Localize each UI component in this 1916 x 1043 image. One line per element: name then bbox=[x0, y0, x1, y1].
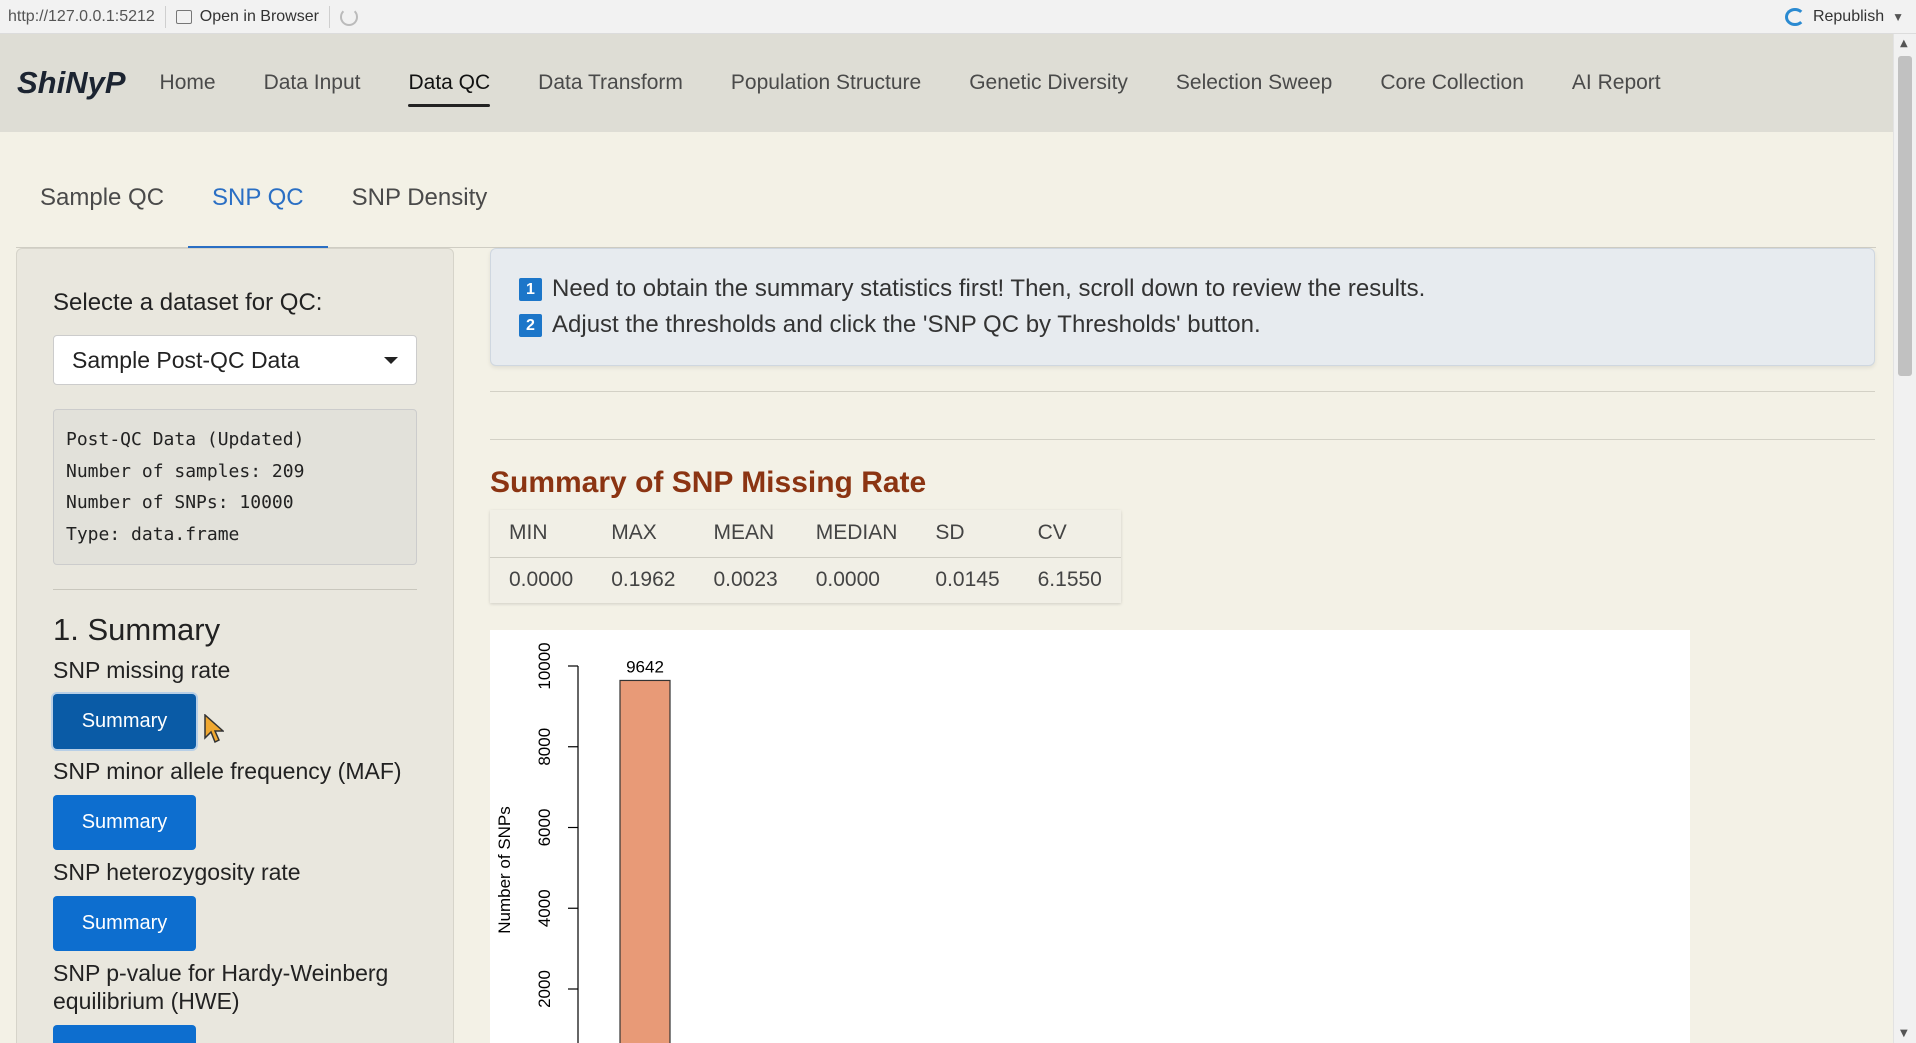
instruction-text-2: Adjust the thresholds and click the 'SNP… bbox=[552, 311, 1261, 338]
dataset-select-value: Sample Post-QC Data bbox=[72, 346, 300, 373]
nav-genetic-diversity[interactable]: Genetic Diversity bbox=[969, 59, 1128, 107]
missing-rate-summary-button[interactable]: Summary bbox=[53, 694, 196, 749]
y-tick-label: 8000 bbox=[535, 728, 554, 766]
nav-population-structure[interactable]: Population Structure bbox=[731, 59, 921, 107]
republish-label: Republish bbox=[1812, 8, 1885, 25]
col-sd-header: SD bbox=[916, 510, 1019, 558]
histogram-bar bbox=[619, 679, 671, 1043]
url-text[interactable]: http://127.0.0.1:5212 bbox=[0, 8, 155, 26]
qc-sidebar: Selecte a dataset for QC: Sample Post-QC… bbox=[16, 248, 454, 1043]
dataset-info-line: Post-QC Data (Updated) bbox=[66, 429, 305, 450]
y-tick-label: 4000 bbox=[535, 889, 554, 927]
tab-sample-qc[interactable]: Sample QC bbox=[16, 172, 188, 248]
content-divider bbox=[490, 391, 1875, 392]
bar-data-label: 9642 bbox=[626, 657, 664, 676]
nav-ai-report[interactable]: AI Report bbox=[1572, 59, 1661, 107]
nav-data-transform[interactable]: Data Transform bbox=[538, 59, 683, 107]
dataset-select[interactable]: Sample Post-QC Data bbox=[53, 335, 417, 385]
open-in-browser-icon bbox=[175, 9, 192, 24]
dataset-info-line: Type: data.frame bbox=[66, 523, 240, 545]
cell-min: 0.0000 bbox=[509, 568, 574, 592]
chevron-down-icon bbox=[384, 356, 398, 364]
instruction-line-1: 1 Need to obtain the summary statistics … bbox=[519, 271, 1846, 307]
qc-subtabs: Sample QC SNP QC SNP Density bbox=[16, 172, 1876, 249]
y-axis-label: Number of SNPs bbox=[495, 806, 514, 934]
dataset-select-label: Selecte a dataset for QC: bbox=[53, 289, 323, 316]
summary-section-heading: 1. Summary bbox=[53, 612, 221, 647]
scrollbar-thumb[interactable] bbox=[1898, 56, 1912, 376]
dataset-info-box: Post-QC Data (Updated) Number of samples… bbox=[53, 409, 417, 565]
instructions-box: 1 Need to obtain the summary statistics … bbox=[490, 248, 1875, 366]
app-brand[interactable]: ShiNyP bbox=[17, 65, 126, 101]
refresh-icon[interactable] bbox=[339, 7, 358, 26]
hwe-summary-button[interactable]: Summary bbox=[53, 1025, 196, 1043]
dataset-info-line: Number of samples: 209 bbox=[66, 460, 305, 482]
y-tick-label: 2000 bbox=[535, 970, 554, 1008]
open-in-browser-label: Open in Browser bbox=[199, 7, 319, 25]
tab-snp-density[interactable]: SNP Density bbox=[328, 172, 512, 248]
maf-summary-button[interactable]: Summary bbox=[53, 795, 196, 850]
col-median-header: MEDIAN bbox=[796, 510, 917, 558]
nav-data-qc[interactable]: Data QC bbox=[408, 59, 490, 107]
mouse-cursor-icon bbox=[204, 714, 224, 744]
cell-mean: 0.0023 bbox=[713, 568, 778, 592]
instruction-text-1: Need to obtain the summary statistics fi… bbox=[552, 275, 1426, 302]
republish-button[interactable]: Republish ▼ bbox=[1784, 0, 1904, 34]
col-max-header: MAX bbox=[592, 510, 695, 558]
missing-rate-label: SNP missing rate bbox=[53, 657, 231, 683]
scroll-down-icon[interactable]: ▼ bbox=[1900, 1028, 1908, 1039]
col-min-header: MIN bbox=[490, 510, 593, 558]
tab-snp-qc[interactable]: SNP QC bbox=[188, 172, 328, 249]
number-two-icon: 2 bbox=[519, 313, 542, 337]
toolbar-divider bbox=[328, 5, 330, 28]
nav-selection-sweep[interactable]: Selection Sweep bbox=[1176, 59, 1332, 107]
republish-icon bbox=[1784, 8, 1805, 26]
toolbar-divider bbox=[164, 5, 166, 28]
table-header-row: MIN MAX MEAN MEDIAN SD CV bbox=[490, 510, 1121, 558]
y-tick-label: 6000 bbox=[535, 809, 554, 847]
cell-max: 0.1962 bbox=[611, 568, 676, 592]
nav-data-input[interactable]: Data Input bbox=[264, 59, 361, 107]
heterozygosity-summary-button[interactable]: Summary bbox=[53, 896, 196, 951]
instruction-line-2: 2 Adjust the thresholds and click the 'S… bbox=[519, 307, 1846, 343]
summary-title: Summary of SNP Missing Rate bbox=[490, 466, 927, 499]
content-divider bbox=[490, 439, 1875, 440]
maf-label: SNP minor allele frequency (MAF) bbox=[53, 758, 402, 784]
cell-median: 0.0000 bbox=[815, 568, 880, 592]
summary-stats-table: MIN MAX MEAN MEDIAN SD CV 0.0000 0.1962 … bbox=[490, 510, 1121, 603]
histogram-svg: 2000 4000 6000 8000 10000 Number of SNPs 9642 bbox=[495, 642, 671, 1043]
nav-core-collection[interactable]: Core Collection bbox=[1380, 59, 1524, 107]
missing-rate-histogram: 2000 4000 6000 8000 10000 Number of SNPs 9642 bbox=[490, 630, 1690, 1043]
browser-toolbar: http://127.0.0.1:5212 Open in Browser Re… bbox=[0, 0, 1916, 34]
col-cv-header: CV bbox=[1018, 510, 1121, 558]
scroll-up-icon[interactable]: ▲ bbox=[1900, 38, 1908, 49]
cell-cv: 6.1550 bbox=[1037, 568, 1102, 592]
heterozygosity-label: SNP heterozygosity rate bbox=[53, 859, 301, 885]
open-in-browser-button[interactable]: Open in Browser bbox=[175, 7, 319, 26]
nav-home[interactable]: Home bbox=[160, 59, 216, 107]
chevron-down-icon[interactable]: ▼ bbox=[1892, 10, 1904, 24]
col-mean-header: MEAN bbox=[694, 510, 797, 558]
y-tick-label: 10000 bbox=[535, 642, 554, 689]
page-scrollbar[interactable]: ▲ ▼ bbox=[1893, 34, 1916, 1043]
top-navbar: ShiNyP Home Data Input Data QC Data Tran… bbox=[0, 34, 1893, 132]
hwe-label: SNP p-value for Hardy-Weinberg equilibri… bbox=[53, 960, 389, 1014]
number-one-icon: 1 bbox=[519, 277, 542, 301]
sidebar-divider bbox=[53, 589, 417, 590]
table-row: 0.0000 0.1962 0.0023 0.0000 0.0145 6.155… bbox=[490, 557, 1121, 603]
cell-sd: 0.0145 bbox=[935, 568, 1000, 592]
dataset-info-line: Number of SNPs: 10000 bbox=[66, 492, 294, 513]
